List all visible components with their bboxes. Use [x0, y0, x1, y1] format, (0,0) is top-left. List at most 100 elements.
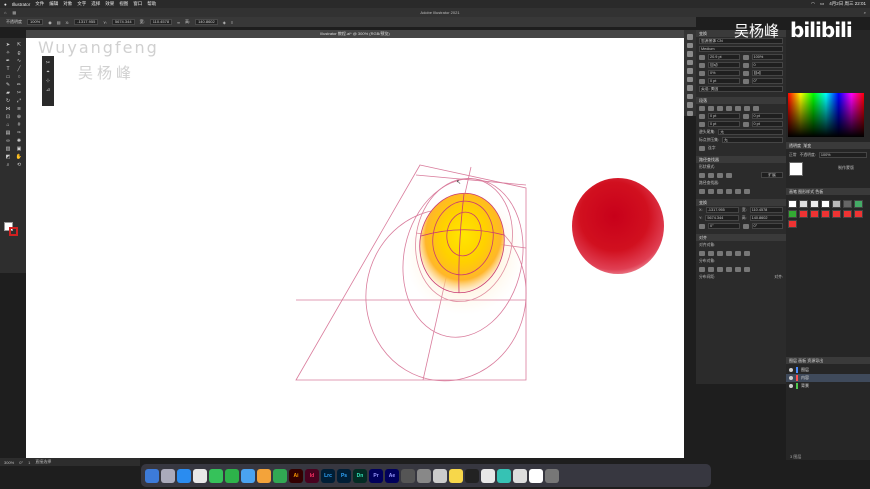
curvature-tool-icon[interactable]: ∿	[15, 58, 23, 64]
home-icon[interactable]: ⌂	[4, 10, 6, 15]
indent-left-field[interactable]: 0 pt	[708, 113, 740, 119]
terminal-icon[interactable]	[465, 468, 479, 483]
layers-tab[interactable]: 图层 画板 资源导出	[786, 357, 870, 364]
magic-wand-icon[interactable]: ✧	[4, 50, 12, 56]
style-swatch[interactable]	[799, 210, 808, 218]
selection-tool-icon[interactable]: ➤	[4, 42, 12, 48]
warp-tool-icon[interactable]: ≋	[15, 106, 23, 112]
perspective-icon[interactable]: ⌂	[4, 122, 12, 128]
style-swatch[interactable]	[788, 220, 797, 228]
style-swatch[interactable]	[832, 200, 841, 208]
menu-item-file[interactable]: 文件	[35, 1, 44, 7]
blend-tool-icon[interactable]: ∞	[4, 138, 12, 144]
transform-icon[interactable]: ◈	[223, 20, 226, 25]
brushes-icon[interactable]	[687, 85, 693, 91]
menu-item-select[interactable]: 选择	[91, 1, 100, 7]
percent-field[interactable]: 0%	[708, 70, 740, 76]
preview-icon[interactable]	[433, 468, 447, 483]
safari-icon[interactable]	[177, 468, 191, 483]
red-gradient-circle[interactable]	[572, 178, 664, 274]
menu-item-window[interactable]: 窗口	[133, 1, 142, 7]
libraries-icon[interactable]	[687, 51, 693, 57]
font-style-select[interactable]: Medium	[699, 46, 783, 52]
style-swatch[interactable]	[810, 210, 819, 218]
scissors-icon[interactable]: ✂	[15, 90, 23, 96]
document-icon[interactable]	[529, 468, 543, 483]
transform-x-field[interactable]: -1317.955	[705, 207, 739, 213]
photoshop-icon[interactable]: Ps	[337, 468, 351, 483]
x-field[interactable]: -1317.955	[74, 19, 99, 25]
blend-mode-select[interactable]: 正常	[789, 153, 797, 158]
search-icon[interactable]: ⌕	[864, 10, 866, 15]
menu-item-view[interactable]: 视图	[119, 1, 128, 7]
rotation-field[interactable]: 0°	[751, 78, 783, 84]
type-tool-icon[interactable]: T	[4, 66, 12, 72]
workspace-icon[interactable]: ▦	[12, 10, 16, 15]
panel-title-paragraph[interactable]: 段落	[696, 97, 786, 104]
mesh-tool-icon[interactable]: #	[15, 122, 23, 128]
lightroom-icon[interactable]: Lrc	[321, 468, 335, 483]
style-swatch[interactable]	[843, 210, 852, 218]
artboard-canvas[interactable]: Wuyangfeng 吴杨峰 ✂ ⌖ ⊹ ⊿ ↖	[26, 38, 684, 458]
pen-tool-icon[interactable]: ✒	[4, 58, 12, 64]
make-mask-button[interactable]: 制作蒙版	[838, 165, 854, 171]
y-field[interactable]: 5674.344	[111, 19, 135, 25]
menu-item-effect[interactable]: 效果	[105, 1, 114, 7]
scale-tool-icon[interactable]: ⤢	[15, 98, 23, 104]
width-tool-icon[interactable]: ⋈	[4, 106, 12, 112]
menu-item-app[interactable]: Illustrator	[12, 2, 31, 7]
stroke-swatch[interactable]	[9, 227, 18, 236]
menu-item-object[interactable]: 对象	[63, 1, 72, 7]
link-icon[interactable]: ∞	[177, 20, 180, 25]
visibility-icon[interactable]	[789, 368, 793, 372]
slice-tool-icon[interactable]: ◩	[4, 154, 12, 160]
clock[interactable]: 4月2日 周三 22:01	[829, 1, 866, 7]
artboard-tool-icon[interactable]: ▣	[15, 146, 23, 152]
app-white-icon[interactable]	[481, 468, 495, 483]
color-spectrum[interactable]	[788, 93, 864, 137]
zoom-tool-icon[interactable]: ⌕	[4, 162, 12, 168]
direct-selection-tool-icon[interactable]: ⇱	[15, 42, 23, 48]
lasso-icon[interactable]: ϱ	[15, 50, 23, 56]
chrome-icon[interactable]	[193, 468, 207, 483]
app-green-icon[interactable]	[273, 468, 287, 483]
appearance-icon[interactable]	[687, 110, 693, 116]
transform-h-field[interactable]: 140.8602	[749, 215, 783, 221]
minus-front-button[interactable]	[708, 172, 714, 178]
eraser-icon[interactable]: ▰	[4, 90, 12, 96]
line-tool-icon[interactable]: ╱	[15, 66, 23, 72]
trash-icon[interactable]	[545, 468, 559, 483]
wifi-icon[interactable]: ◠	[811, 1, 815, 7]
intersect-button[interactable]	[717, 172, 723, 178]
tracking-field[interactable]: 自动	[708, 62, 740, 68]
more-options-icon[interactable]: ≡	[231, 20, 233, 25]
recolor-icon[interactable]: ◉	[48, 20, 52, 25]
style-swatch[interactable]	[854, 200, 863, 208]
style-swatch[interactable]	[832, 210, 841, 218]
symbols-icon[interactable]	[687, 93, 693, 99]
rotation-angle[interactable]: 0°	[19, 460, 23, 465]
punct-select[interactable]: 无	[722, 137, 783, 143]
panel-title-pathfinder[interactable]: 路径查找器	[696, 156, 786, 163]
paintbrush-icon[interactable]: ✎	[4, 82, 12, 88]
scale-field[interactable]: 0	[751, 62, 783, 68]
graph-tool-icon[interactable]: ▥	[4, 146, 12, 152]
facetime-icon[interactable]	[241, 468, 255, 483]
gradient-tool-icon[interactable]: ▤	[4, 130, 12, 136]
style-swatch[interactable]	[788, 200, 797, 208]
layer-row[interactable]: 内容	[786, 374, 870, 382]
launchpad-icon[interactable]	[161, 468, 175, 483]
kerning-field[interactable]: 自动	[751, 70, 783, 76]
photos-icon[interactable]	[257, 468, 271, 483]
hyphen-checkbox[interactable]	[699, 145, 705, 151]
space-after-field[interactable]: 0 pt	[751, 121, 783, 127]
language-select[interactable]: 英语: 美国	[699, 86, 783, 92]
artboard-number[interactable]: 1	[28, 460, 30, 465]
visibility-icon[interactable]	[789, 376, 793, 380]
swatches-icon[interactable]	[687, 76, 693, 82]
indesign-icon[interactable]: Id	[305, 468, 319, 483]
dimension-icon[interactable]: Dn	[353, 468, 367, 483]
after-effects-icon[interactable]: Ae	[385, 468, 399, 483]
style-swatch[interactable]	[799, 200, 808, 208]
transparency-thumbnail[interactable]	[789, 162, 803, 176]
